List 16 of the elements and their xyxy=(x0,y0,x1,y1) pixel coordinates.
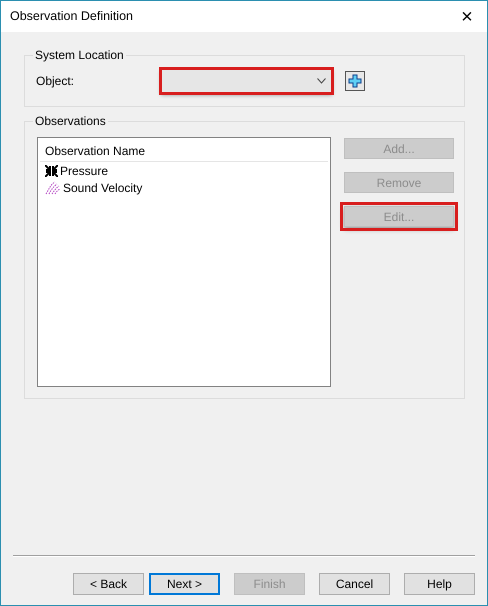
group-label: System Location xyxy=(33,48,126,63)
footer-button[interactable]: Cancel xyxy=(319,573,390,595)
plus-icon xyxy=(348,74,362,88)
footer-button[interactable]: < Back xyxy=(73,573,144,595)
arrows-inward-icon xyxy=(45,164,58,176)
list-item[interactable]: Sound Velocity xyxy=(63,178,142,196)
wave-lines-icon xyxy=(45,180,61,194)
list-item[interactable]: Pressure xyxy=(60,162,108,180)
window-title: Observation Definition xyxy=(10,8,133,26)
footer-button[interactable]: Help xyxy=(404,573,475,595)
close-button[interactable]: × xyxy=(447,1,487,32)
chevron-down-icon xyxy=(317,78,326,84)
add-object-button[interactable] xyxy=(345,71,365,91)
object-dropdown[interactable] xyxy=(161,69,332,93)
footer-button[interactable]: Next > xyxy=(149,573,220,595)
field-label: Object: xyxy=(36,73,76,90)
